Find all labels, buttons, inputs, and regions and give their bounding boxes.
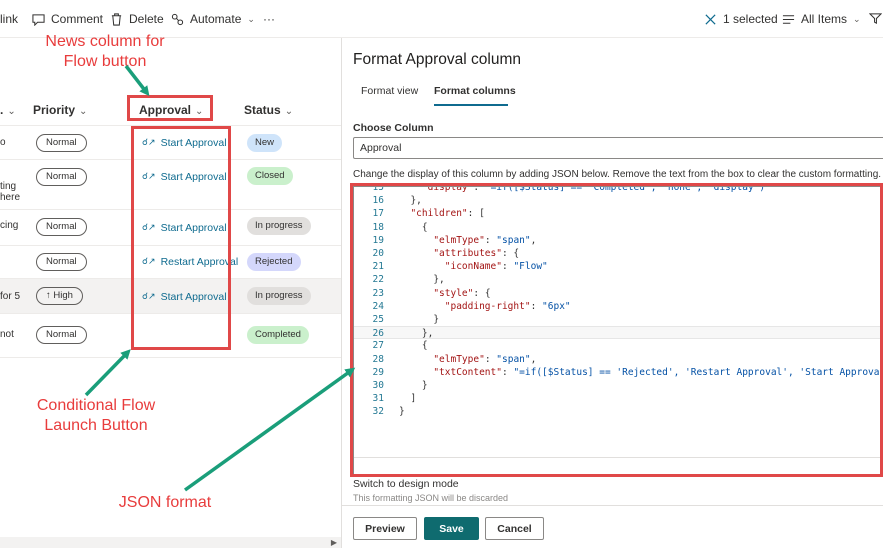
cancel-button[interactable]: Cancel [485,517,544,540]
close-icon [705,13,716,25]
filter-button[interactable] [869,12,882,25]
column-header-priority[interactable]: Priority ⌄ [33,103,87,117]
choose-column-dropdown[interactable]: Approval [353,137,883,159]
json-help-text: Change the display of this column by add… [353,169,883,180]
panel-title: Format Approval column [353,51,521,68]
priority-pill: Normal [36,218,87,236]
active-tab-indicator [434,104,508,106]
copy-link-button[interactable]: link [0,12,18,26]
priority-label: High [53,290,73,301]
column-header-status-label: Status [244,103,281,117]
more-button[interactable]: ··· [263,12,275,26]
title-cell: o [0,137,6,148]
automate-icon [171,13,184,25]
title-cell: not [0,329,14,340]
priority-pill: Normal [36,253,87,271]
priority-pill: Normal [36,134,87,152]
automate-button[interactable]: Automate ⌄ [171,12,255,26]
approval-header-highlight [127,95,213,121]
column-header-priority-label: Priority [33,103,76,117]
priority-pill: ↑ High [36,287,83,305]
clear-selection-button[interactable]: 1 selected [704,12,778,26]
annotation-conditional-line-1: Conditional Flow [36,397,156,414]
column-header-title[interactable]: . ⌄ [0,103,16,117]
list-view-icon [782,14,795,24]
title-cell: for 5 [0,291,21,302]
discard-note: This formatting JSON will be discarded [353,493,509,503]
switch-design-mode-link[interactable]: Switch to design mode [353,478,459,490]
copy-link-label: link [0,12,19,26]
title-cell: ting here [0,181,21,203]
save-button[interactable]: Save [424,517,479,540]
selected-count: 1 selected [723,12,778,26]
annotation-news-line-2: Flow button [63,53,147,70]
choose-column-label: Choose Column [353,122,434,134]
chevron-down-icon: ⌄ [284,106,294,117]
column-header-status[interactable]: Status ⌄ [244,103,293,117]
status-badge: In progress [247,217,311,235]
priority-pill: Normal [36,168,87,186]
view-label: All Items [801,12,848,26]
annotation-conditional: Conditional Flow Launch Button [25,396,167,436]
annotation-news-column: News column for Flow button [34,32,176,72]
filter-icon [869,13,882,24]
status-badge: In progress [247,287,311,305]
status-badge: Rejected [247,253,301,271]
comment-button[interactable]: Comment [32,12,103,26]
json-editor-highlight [350,183,883,477]
chevron-down-icon: ⌄ [853,13,861,24]
column-header-title-label: . [0,103,4,117]
trash-icon [111,12,122,26]
delete-label: Delete [129,12,164,26]
chevron-down-icon: ⌄ [79,106,88,117]
more-label: ··· [263,12,275,26]
view-switcher[interactable]: All Items ⌄ [782,12,861,26]
status-badge: Closed [247,167,293,185]
horizontal-scrollbar[interactable]: ▶ [0,537,341,548]
approval-column-highlight [131,126,231,350]
annotation-news-line-1: News column for [45,33,165,50]
comment-icon [32,13,45,26]
tab-format-view[interactable]: Format view [361,85,418,97]
comment-label: Comment [51,12,104,26]
automate-label: Automate [190,12,242,26]
scroll-right-icon[interactable]: ▶ [331,538,337,547]
annotation-json-format: JSON format [118,494,212,511]
status-badge: New [247,134,283,152]
status-badge: Completed [247,326,309,344]
chevron-down-icon: ⌄ [7,106,16,117]
tab-format-columns[interactable]: Format columns [434,85,516,97]
title-cell: cing [0,220,19,231]
chevron-down-icon: ⌄ [247,13,255,24]
preview-button[interactable]: Preview [353,517,417,540]
footer-divider [342,505,883,506]
priority-pill: Normal [36,326,87,344]
annotation-conditional-line-2: Launch Button [44,417,148,434]
delete-button[interactable]: Delete [110,12,164,26]
